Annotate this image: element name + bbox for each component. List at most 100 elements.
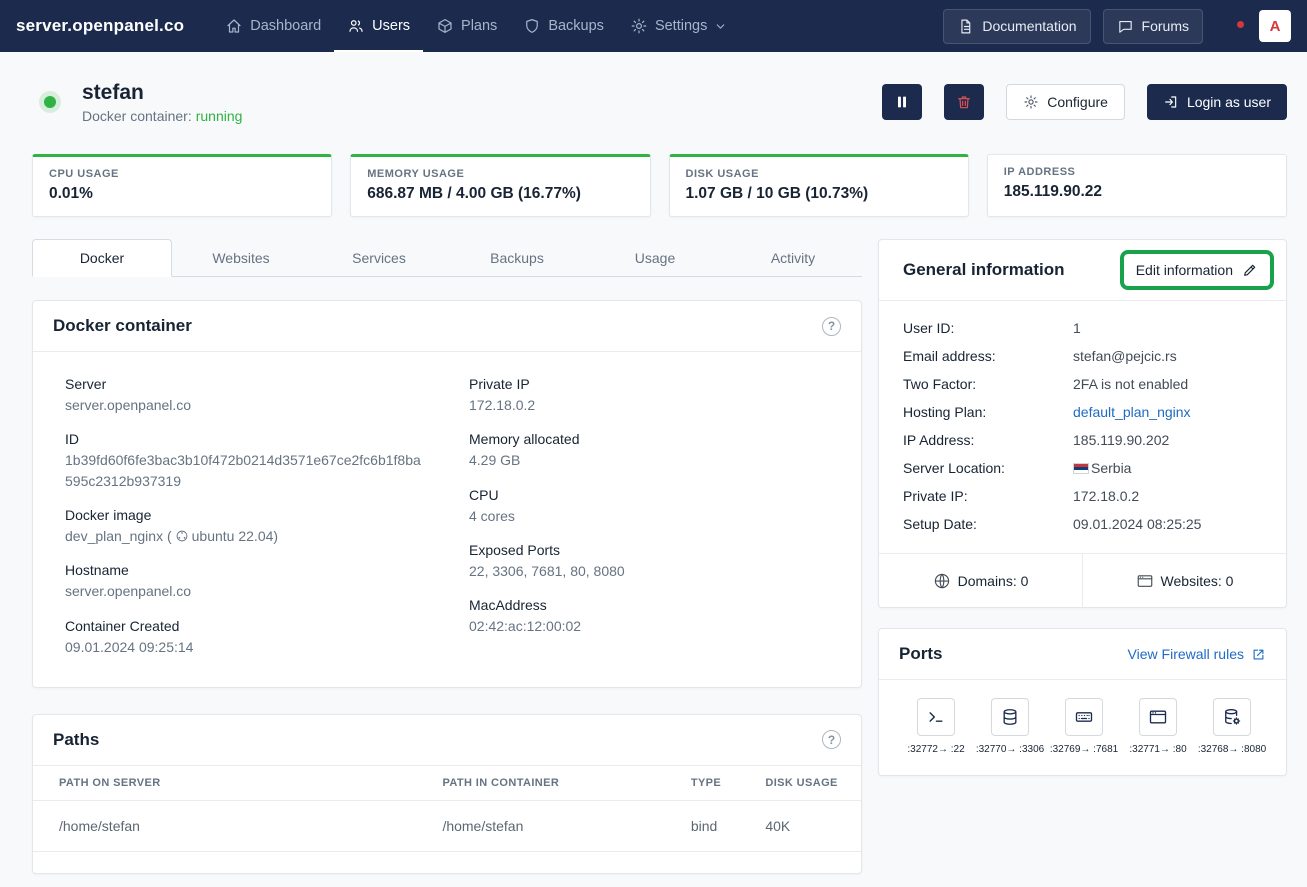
- tab-bar: Docker Websites Services Backups Usage A…: [32, 239, 862, 277]
- nav-settings[interactable]: Settings: [617, 0, 740, 52]
- port-ssh[interactable]: :32772→ :22: [903, 698, 969, 755]
- annotation-highlight: Edit information: [1120, 250, 1274, 290]
- nav-label: Plans: [461, 18, 497, 34]
- paths-card: Paths PATH ON SERVER PATH IN CONTAINER T…: [32, 714, 862, 874]
- navbar-right: Documentation Forums A: [943, 9, 1291, 44]
- configure-button[interactable]: Configure: [1006, 84, 1125, 120]
- port-mysql[interactable]: :32770→ :3306: [977, 698, 1043, 755]
- stat-label: IP ADDRESS: [1004, 166, 1270, 178]
- pause-icon: [894, 94, 910, 110]
- database-icon: [1000, 707, 1020, 727]
- domains-count[interactable]: Domains: 0: [879, 554, 1082, 607]
- brand-logo[interactable]: server.openpanel.co: [16, 16, 184, 36]
- tab-usage[interactable]: Usage: [586, 239, 724, 276]
- stat-label: CPU USAGE: [49, 168, 315, 180]
- websites-count[interactable]: Websites: 0: [1082, 554, 1286, 607]
- pause-button[interactable]: [882, 84, 922, 120]
- general-row-setup-date: Setup Date: 09.01.2024 08:25:25: [903, 510, 1262, 538]
- nav-label: Users: [372, 18, 410, 34]
- column-header: DISK USAGE: [753, 766, 861, 801]
- dark-mode-toggle[interactable]: [1215, 22, 1223, 30]
- tab-docker[interactable]: Docker: [32, 239, 172, 277]
- hosting-plan-link[interactable]: default_plan_nginx: [1073, 404, 1191, 420]
- serbia-flag-icon: [1073, 463, 1089, 474]
- stat-value: 0.01%: [49, 185, 315, 203]
- stat-cpu: CPU USAGE 0.01%: [32, 154, 332, 217]
- login-as-user-label: Login as user: [1187, 94, 1271, 110]
- terminal-icon: [926, 707, 946, 727]
- page-title: stefan: [82, 80, 242, 105]
- port-http[interactable]: :32771→ :80: [1125, 698, 1191, 755]
- field-hostname: Hostname server.openpanel.co: [65, 562, 425, 601]
- keyboard-icon: [1074, 707, 1094, 727]
- user-header: stefan Docker container:running Config: [32, 80, 1287, 124]
- docker-right-fields: Private IP 172.18.0.2 Memory allocated 4…: [469, 376, 829, 673]
- stat-label: DISK USAGE: [686, 168, 952, 180]
- page-content: stefan Docker container:running Config: [0, 52, 1307, 874]
- stat-disk: DISK USAGE 1.07 GB / 10 GB (10.73%): [669, 154, 969, 217]
- notifications-button[interactable]: [1235, 22, 1243, 30]
- docker-card-title: Docker container: [53, 316, 192, 336]
- general-info-footer: Domains: 0 Websites: 0: [879, 553, 1286, 607]
- field-mac-address: MacAddress 02:42:ac:12:00:02: [469, 597, 829, 636]
- login-as-user-button[interactable]: Login as user: [1147, 84, 1287, 120]
- chevron-down-icon: [714, 20, 727, 33]
- field-container-created: Container Created 09.01.2024 09:25:14: [65, 618, 425, 657]
- documentation-icon: [957, 18, 974, 35]
- settings-icon: [630, 17, 648, 35]
- tab-backups[interactable]: Backups: [448, 239, 586, 276]
- general-row-private-ip: Private IP: 172.18.0.2: [903, 482, 1262, 510]
- help-icon[interactable]: [822, 317, 841, 336]
- general-row-server-location: Server Location: Serbia: [903, 454, 1262, 482]
- login-icon: [1163, 94, 1179, 110]
- nav-users[interactable]: Users: [334, 0, 423, 52]
- documentation-button[interactable]: Documentation: [943, 9, 1090, 44]
- docker-left-fields: Server server.openpanel.co ID 1b39fd60f6…: [65, 376, 425, 673]
- column-header: TYPE: [679, 766, 754, 801]
- ubuntu-icon: [175, 529, 189, 543]
- status-badge: running: [196, 108, 243, 124]
- field-exposed-ports: Exposed Ports 22, 3306, 7681, 80, 8080: [469, 542, 829, 581]
- tab-activity[interactable]: Activity: [724, 239, 862, 276]
- tab-services[interactable]: Services: [310, 239, 448, 276]
- nav-plans[interactable]: Plans: [423, 0, 510, 52]
- nav-backups[interactable]: Backups: [510, 0, 617, 52]
- nav-label: Dashboard: [250, 18, 321, 34]
- status-dot: [44, 96, 56, 108]
- view-firewall-rules-link[interactable]: View Firewall rules: [1128, 646, 1266, 662]
- port-webterminal[interactable]: :32769→ :7681: [1051, 698, 1117, 755]
- help-icon[interactable]: [822, 730, 841, 749]
- table-row: /home/stefan /home/stefan bind 40K: [33, 800, 861, 851]
- title-block: stefan Docker container:running: [82, 80, 242, 124]
- avatar[interactable]: A: [1259, 10, 1291, 42]
- notification-dot: [1237, 21, 1244, 28]
- docker-container-card: Docker container Server server.openpanel…: [32, 300, 862, 688]
- general-row-hosting-plan: Hosting Plan: default_plan_nginx: [903, 398, 1262, 426]
- forums-icon: [1117, 18, 1134, 35]
- container-subtitle: Docker container:running: [82, 108, 242, 124]
- gear-icon: [1023, 94, 1039, 110]
- general-row-two-factor: Two Factor: 2FA is not enabled: [903, 370, 1262, 398]
- column-header: PATH ON SERVER: [33, 766, 430, 801]
- nav-dashboard[interactable]: Dashboard: [212, 0, 334, 52]
- port-phpmyadmin[interactable]: :32768→ :8080: [1199, 698, 1265, 755]
- edit-information-button[interactable]: Edit information: [1136, 262, 1233, 278]
- delete-button[interactable]: [944, 84, 984, 120]
- stat-ip: IP ADDRESS 185.119.90.22: [987, 154, 1287, 217]
- general-row-email: Email address: stefan@pejcic.rs: [903, 342, 1262, 370]
- forums-label: Forums: [1142, 18, 1189, 34]
- trash-icon: [956, 94, 972, 110]
- pencil-icon: [1242, 262, 1258, 278]
- field-docker-image: Docker image dev_plan_nginx ( ubuntu 22.…: [65, 507, 425, 546]
- stats-row: CPU USAGE 0.01% MEMORY USAGE 686.87 MB /…: [32, 154, 1287, 217]
- field-private-ip: Private IP 172.18.0.2: [469, 376, 829, 415]
- top-navbar: server.openpanel.co Dashboard Users Plan…: [0, 0, 1307, 52]
- forums-button[interactable]: Forums: [1103, 9, 1203, 44]
- tab-websites[interactable]: Websites: [172, 239, 310, 276]
- home-icon: [225, 17, 243, 35]
- stat-value: 1.07 GB / 10 GB (10.73%): [686, 185, 952, 203]
- subtitle-prefix: Docker container:: [82, 108, 192, 124]
- ports-card-title: Ports: [899, 644, 942, 664]
- configure-label: Configure: [1047, 94, 1108, 110]
- field-memory-allocated: Memory allocated 4.29 GB: [469, 431, 829, 470]
